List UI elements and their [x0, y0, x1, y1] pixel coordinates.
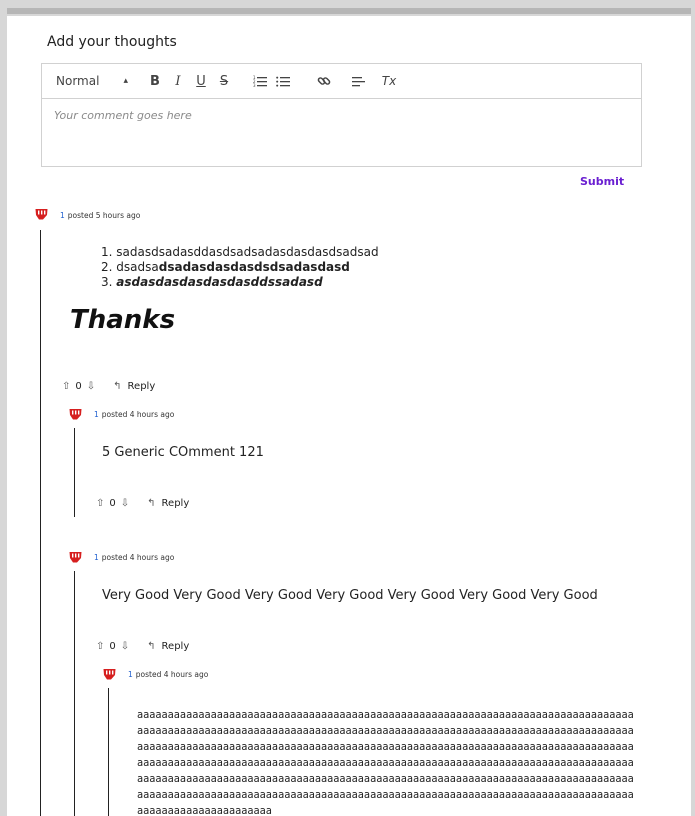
upvote-icon[interactable]: ⇧	[96, 498, 104, 509]
reply-icon: ↰	[113, 380, 122, 392]
submit-button[interactable]: Submit	[580, 175, 624, 188]
comment-time: posted 4 hours ago	[101, 553, 175, 562]
comment-actions: ⇧ 0 ⇩ ↰ Reply	[96, 496, 189, 510]
list-item: 1. sadasdsadasddasdsadsadasdasdasdsadsad	[101, 245, 379, 259]
downvote-icon[interactable]: ⇩	[121, 498, 129, 509]
select-arrows-icon: ▴	[123, 76, 128, 86]
editor-toolbar: Normal ▴ B I U S 1 2 3 Tx	[42, 64, 641, 99]
comment-text: 5 Generic COmment 121	[102, 445, 264, 460]
list-item: 3. asdasdasdasdasdasddssadasd	[101, 275, 323, 289]
comment-text: aaaaaaaaaaaaaaaaaaaaaaaaaaaaaaaaaaaaaaaa…	[137, 710, 634, 816]
comment-author[interactable]: 1	[128, 670, 133, 679]
ordered-list-button[interactable]: 1 2 3	[252, 72, 268, 90]
comment-input[interactable]: Your comment goes here	[54, 109, 192, 122]
link-button[interactable]	[316, 72, 332, 90]
reply-icon: ↰	[147, 497, 156, 509]
avatar-icon[interactable]	[69, 551, 82, 563]
reply-icon: ↰	[147, 640, 156, 652]
comment-actions: ⇧ 0 ⇩ ↰ Reply	[96, 639, 189, 653]
upvote-icon[interactable]: ⇧	[62, 381, 70, 392]
vote-count: 0	[75, 380, 82, 392]
comment-meta: 1 posted 4 hours ago	[94, 553, 174, 562]
vote-count: 0	[109, 640, 116, 652]
comment-time: posted 4 hours ago	[135, 670, 209, 679]
align-left-icon	[351, 76, 365, 86]
thread-line[interactable]	[108, 688, 109, 816]
comment-author[interactable]: 1	[94, 410, 99, 419]
comment-meta: 1 posted 5 hours ago	[60, 211, 140, 220]
link-icon	[317, 77, 331, 85]
comment-body-list: 1. sadasdsadasddasdsadsadasdasdasdsadsad…	[101, 245, 379, 290]
comment-actions: ⇧ 0 ⇩ ↰ Reply	[62, 379, 155, 393]
downvote-icon[interactable]: ⇩	[121, 641, 129, 652]
comment-heading-text: Thanks	[70, 305, 176, 335]
vote-count: 0	[109, 497, 116, 509]
strikethrough-button[interactable]: S	[217, 72, 231, 90]
comment-meta: 1 posted 4 hours ago	[128, 670, 208, 679]
bullet-list-icon	[276, 76, 290, 87]
comment-meta: 1 posted 4 hours ago	[94, 410, 174, 419]
comment-heading: Add your thoughts	[47, 34, 177, 50]
comment-editor: Normal ▴ B I U S 1 2 3 Tx Your comment g…	[41, 63, 642, 167]
text-format-value: Normal	[56, 74, 100, 88]
bold-button[interactable]: B	[148, 72, 162, 90]
avatar-icon[interactable]	[69, 408, 82, 420]
text-format-select[interactable]: Normal ▴	[56, 72, 128, 90]
align-button[interactable]	[350, 72, 366, 90]
avatar-icon[interactable]	[103, 668, 116, 680]
comment-text: Very Good Very Good Very Good Very Good …	[102, 588, 598, 603]
list-item: 2. dsadsadsadasdasdasdsdsadasdasd	[101, 260, 350, 274]
svg-text:3: 3	[253, 83, 256, 87]
clear-format-button[interactable]: Tx	[380, 72, 398, 90]
comment-author[interactable]: 1	[60, 211, 65, 220]
reply-button[interactable]: ↰ Reply	[147, 641, 189, 652]
bullet-list-button[interactable]	[275, 72, 291, 90]
thread-line[interactable]	[74, 571, 75, 816]
underline-button[interactable]: U	[194, 72, 208, 90]
ordered-list-icon: 1 2 3	[253, 75, 267, 87]
clear-format-icon: Tx	[381, 74, 397, 88]
comment-time: posted 4 hours ago	[101, 410, 175, 419]
top-bar	[7, 8, 691, 14]
reply-button[interactable]: ↰ Reply	[147, 498, 189, 509]
thread-line[interactable]	[40, 230, 41, 816]
comments-panel: Add your thoughts Normal ▴ B I U S 1 2 3	[7, 16, 691, 816]
thread-line[interactable]	[74, 428, 75, 517]
upvote-icon[interactable]: ⇧	[96, 641, 104, 652]
downvote-icon[interactable]: ⇩	[87, 381, 95, 392]
avatar-icon[interactable]	[35, 208, 48, 220]
comment-time: posted 5 hours ago	[67, 211, 141, 220]
comment-author[interactable]: 1	[94, 553, 99, 562]
reply-button[interactable]: ↰ Reply	[113, 381, 155, 392]
italic-button[interactable]: I	[171, 72, 185, 90]
